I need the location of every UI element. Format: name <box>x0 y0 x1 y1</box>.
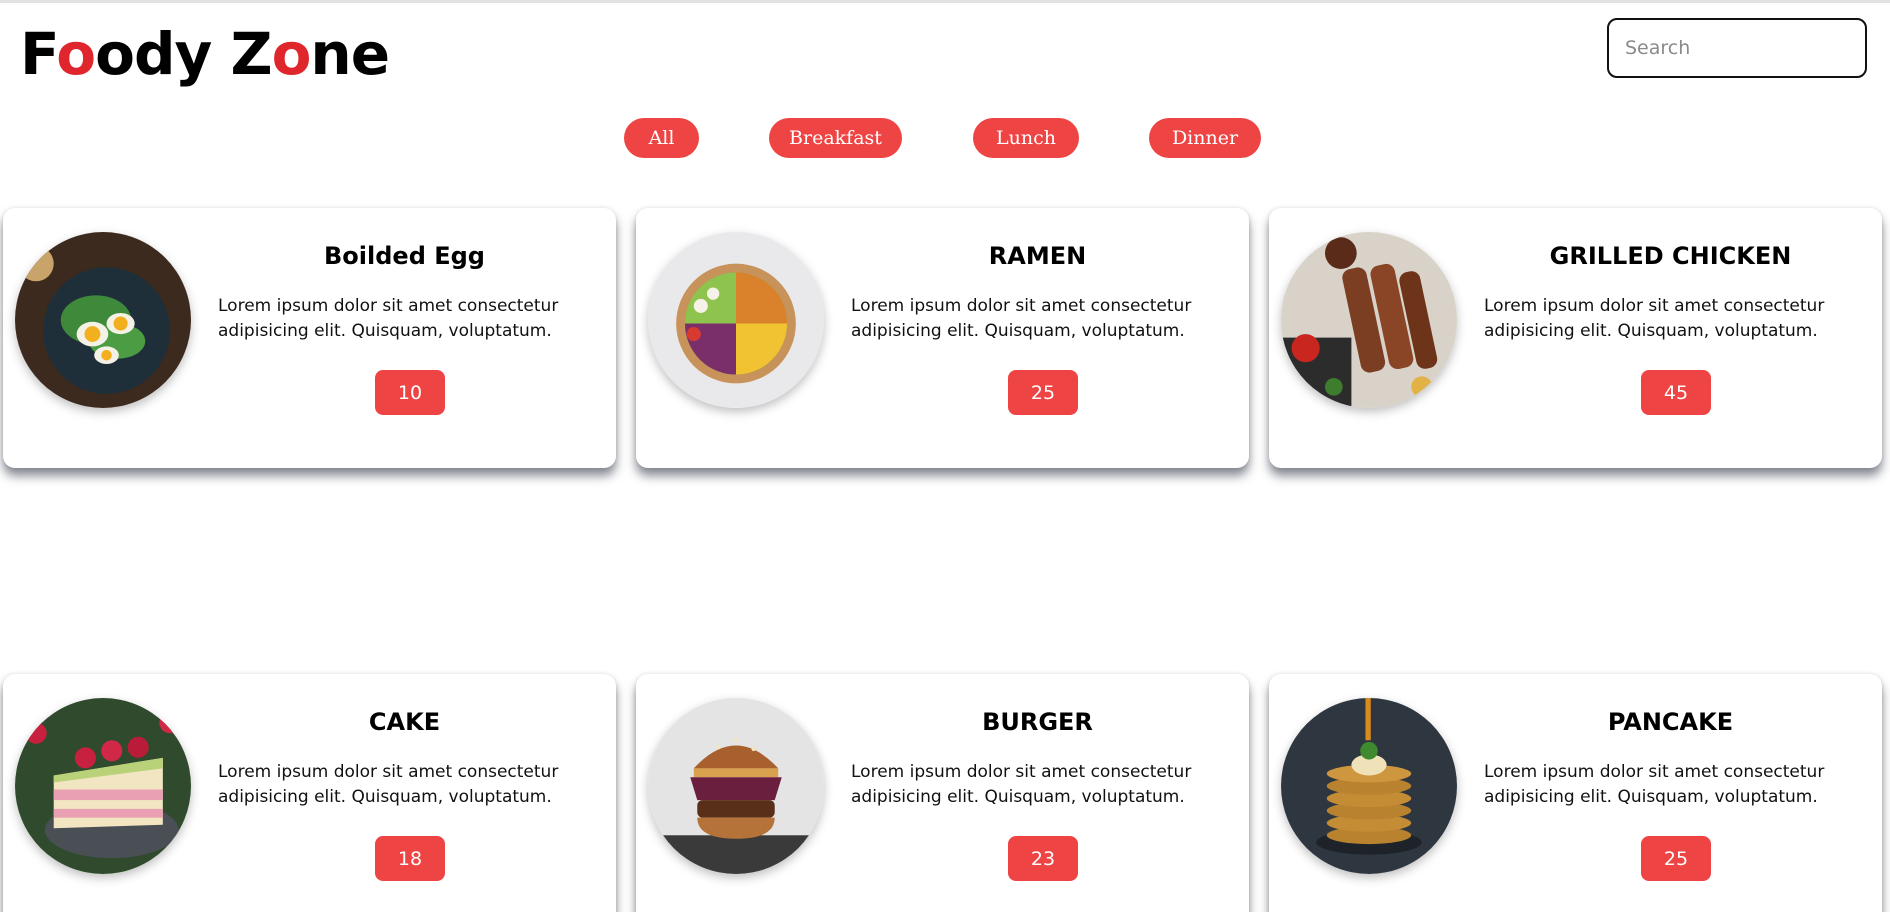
card-description: Lorem ipsum dolor sit amet consectetur a… <box>218 762 559 807</box>
logo-letter: F <box>20 20 57 88</box>
pancake-image <box>1281 698 1457 874</box>
price-button[interactable]: 25 <box>1008 370 1078 415</box>
logo-accent-letter: o <box>271 20 312 88</box>
logo-accent-letter: o <box>56 20 96 88</box>
pancake-icon <box>1281 698 1457 874</box>
food-card: Boilded Egg Lorem ipsum dolor sit amet c… <box>3 208 616 468</box>
burger-image <box>648 698 824 874</box>
boiled-egg-icon <box>15 232 191 408</box>
search-input[interactable] <box>1607 18 1867 78</box>
price-button[interactable]: 25 <box>1641 836 1711 881</box>
card-title: GRILLED CHICKEN <box>1549 242 1792 270</box>
filter-bar: All Breakfast Lunch Dinner <box>0 118 1890 158</box>
filter-all-button[interactable]: All <box>624 118 699 158</box>
card-description: Lorem ipsum dolor sit amet consectetur a… <box>1484 296 1825 341</box>
food-card: CAKE Lorem ipsum dolor sit amet consecte… <box>3 674 616 912</box>
price-button[interactable]: 10 <box>375 370 445 415</box>
salad-bowl-image <box>648 232 824 408</box>
card-title: CAKE <box>368 708 441 736</box>
card-title: PANCAKE <box>1607 708 1734 736</box>
card-title: RAMEN <box>988 242 1087 270</box>
filter-lunch-button[interactable]: Lunch <box>973 118 1079 158</box>
price-button[interactable]: 23 <box>1008 836 1078 881</box>
food-card: PANCAKE Lorem ipsum dolor sit amet conse… <box>1269 674 1882 912</box>
logo-text: ody Z <box>95 20 272 88</box>
grilled-chicken-image <box>1281 232 1457 408</box>
price-button[interactable]: 45 <box>1641 370 1711 415</box>
cake-image <box>15 698 191 874</box>
card-description: Lorem ipsum dolor sit amet consectetur a… <box>218 296 559 341</box>
price-button[interactable]: 18 <box>375 836 445 881</box>
card-title: BURGER <box>982 708 1093 736</box>
logo-text: ne <box>310 20 390 88</box>
food-card: RAMEN Lorem ipsum dolor sit amet consect… <box>636 208 1249 468</box>
top-divider <box>0 0 1890 3</box>
boiled-egg-image <box>15 232 191 408</box>
card-description: Lorem ipsum dolor sit amet consectetur a… <box>851 762 1192 807</box>
filter-breakfast-button[interactable]: Breakfast <box>769 118 902 158</box>
card-description: Lorem ipsum dolor sit amet consectetur a… <box>1484 762 1825 807</box>
food-card: BURGER Lorem ipsum dolor sit amet consec… <box>636 674 1249 912</box>
salad-bowl-icon <box>648 232 824 408</box>
burger-icon <box>648 698 824 874</box>
food-card: GRILLED CHICKEN Lorem ipsum dolor sit am… <box>1269 208 1882 468</box>
logo: Foody Zone <box>20 14 390 94</box>
card-description: Lorem ipsum dolor sit amet consectetur a… <box>851 296 1192 341</box>
filter-dinner-button[interactable]: Dinner <box>1149 118 1261 158</box>
grilled-chicken-icon <box>1281 232 1457 408</box>
cake-icon <box>15 698 191 874</box>
card-title: Boilded Egg <box>324 242 485 270</box>
